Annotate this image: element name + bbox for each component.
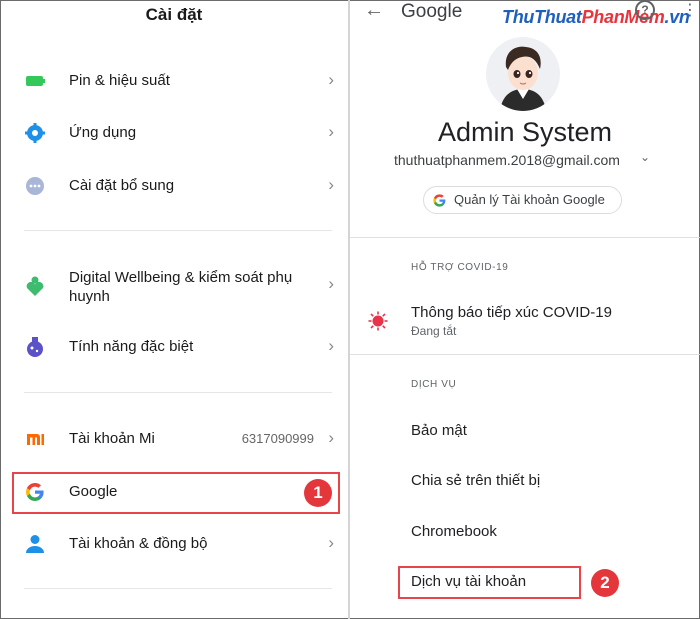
divider — [350, 237, 700, 238]
account-person-icon — [26, 535, 44, 553]
service-item-device-sharing[interactable]: Chia sẻ trên thiết bị — [411, 472, 540, 489]
divider — [24, 588, 332, 589]
manage-google-account-button[interactable]: Quản lý Tài khoản Google — [423, 186, 622, 214]
chevron-right-icon: › — [328, 533, 334, 552]
settings-item-additional[interactable]: Cài đặt bổ sung › — [0, 175, 348, 199]
settings-pane: Cài đặt Pin & hiệu suất › Ứng dụng › Cài… — [0, 0, 348, 619]
settings-item-label: Tài khoản & đồng bộ — [69, 535, 208, 552]
divider — [350, 354, 700, 355]
chevron-right-icon: › — [328, 336, 334, 355]
avatar-illustration — [500, 46, 546, 111]
back-arrow-icon[interactable]: ← — [364, 0, 384, 22]
chevron-right-icon: › — [328, 175, 334, 194]
divider — [24, 230, 332, 231]
account-services-highlight-box — [398, 566, 581, 599]
settings-item-label: Tính năng đặc biệt — [69, 338, 194, 355]
watermark: ThuThuatPhanMem.vn — [502, 7, 690, 28]
more-vert-icon[interactable]: ⋮ — [682, 0, 698, 20]
help-icon[interactable]: ? — [635, 0, 655, 20]
covid-notification-title[interactable]: Thông báo tiếp xúc COVID-19 — [411, 304, 612, 321]
avatar[interactable] — [486, 37, 560, 111]
mi-account-id: 6317090999 — [241, 431, 314, 446]
google-g-icon — [433, 194, 446, 207]
covid-notification-icon — [368, 311, 388, 331]
account-name: Admin System — [437, 117, 613, 147]
battery-icon — [26, 76, 45, 86]
settings-item-label: Ứng dụng — [69, 124, 137, 141]
settings-item-label: Pin & hiệu suất — [69, 72, 170, 89]
chevron-down-icon[interactable]: ⌄ — [640, 150, 650, 164]
section-covid: HỖ TRỢ COVID-19 — [411, 262, 509, 273]
manage-account-label: Quản lý Tài khoản Google — [454, 192, 605, 207]
covid-notification-status: Đang tắt — [411, 324, 457, 338]
wellbeing-icon — [26, 276, 44, 296]
settings-item-mi-account[interactable]: Tài khoản Mi 6317090999 › — [0, 428, 348, 452]
settings-item-battery[interactable]: Pin & hiệu suất › — [0, 70, 348, 94]
watermark-part1: ThuThuat — [502, 7, 582, 27]
special-features-icon — [27, 337, 43, 357]
account-email[interactable]: thuthuatphanmem.2018@gmail.com — [394, 152, 620, 168]
settings-item-label: Digital Wellbeing & kiểm soát phụ — [69, 269, 293, 286]
divider — [24, 392, 332, 393]
settings-item-apps[interactable]: Ứng dụng › — [0, 122, 348, 146]
chevron-right-icon: › — [328, 70, 334, 89]
google-pane: ← Google ThuThuatPhanMem.vn ? ⋮ Admin Sy… — [350, 0, 700, 619]
mi-logo-icon — [27, 434, 44, 445]
chevron-right-icon: › — [328, 122, 334, 141]
more-dots-icon — [26, 177, 44, 195]
google-title: Google — [401, 1, 463, 22]
service-item-security[interactable]: Bảo mật — [411, 422, 467, 439]
settings-item-label-line2: huynh — [69, 288, 110, 305]
service-item-chromebook[interactable]: Chromebook — [411, 523, 497, 540]
chevron-right-icon: › — [328, 428, 334, 447]
settings-item-accounts-sync[interactable]: Tài khoản & đồng bộ › — [0, 533, 348, 557]
settings-item-special[interactable]: Tính năng đặc biệt › — [0, 336, 348, 360]
section-services: DỊCH VỤ — [411, 379, 457, 390]
settings-title: Cài đặt — [145, 5, 203, 24]
chevron-right-icon: › — [328, 274, 334, 293]
settings-item-label: Tài khoản Mi — [69, 430, 155, 447]
google-highlight-box — [12, 472, 340, 514]
step-2-badge: 2 — [591, 569, 619, 597]
settings-item-wellbeing[interactable]: Digital Wellbeing & kiểm soát phụ huynh … — [0, 268, 348, 308]
step-1-badge: 1 — [304, 479, 332, 507]
apps-gear-icon — [25, 123, 45, 143]
settings-item-label: Cài đặt bổ sung — [69, 177, 175, 194]
